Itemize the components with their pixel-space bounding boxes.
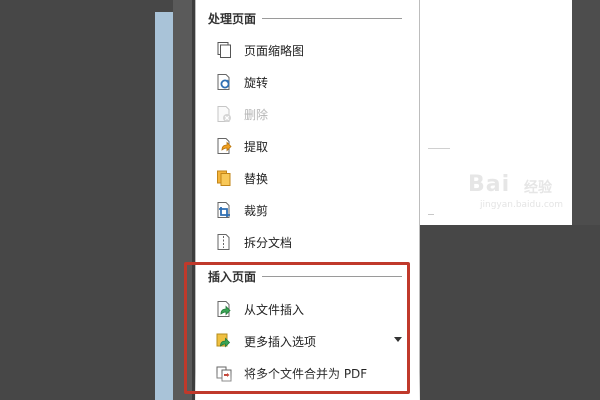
more-insert-options-label: 更多插入选项 — [244, 334, 317, 349]
extract-icon — [214, 136, 234, 156]
combine-files-button[interactable]: 将多个文件合并为 PDF — [214, 360, 410, 386]
more-insert-options-button[interactable]: 更多插入选项 — [214, 328, 410, 354]
rotate-button[interactable]: 旋转 — [214, 69, 410, 95]
split-document-button[interactable]: 拆分文档 — [214, 229, 410, 255]
section-rule — [262, 275, 403, 277]
extract-button[interactable]: 提取 — [214, 133, 410, 159]
page-thumbnails-icon — [214, 40, 234, 60]
combine-files-label: 将多个文件合并为 PDF — [244, 366, 368, 381]
insert-from-file-icon — [214, 299, 234, 319]
chevron-down-icon[interactable] — [394, 337, 402, 342]
more-insert-options-icon — [214, 331, 234, 351]
page-edge-strip-top — [155, 0, 173, 12]
delete-label: 删除 — [244, 107, 269, 122]
section-header-manipulate-pages: 处理页面 — [208, 8, 403, 28]
pages-panel: 处理页面 页面缩略图 旋转 删除 提取 替换 裁剪 拆分文档 插入页面 从文件插… — [195, 0, 420, 400]
replace-icon — [214, 168, 234, 188]
document-text-line — [428, 148, 450, 149]
delete-icon — [214, 104, 234, 124]
section-rule — [262, 17, 403, 19]
document-text-dot — [428, 214, 434, 215]
page-thumbnails-button[interactable]: 页面缩略图 — [214, 37, 410, 63]
document-page-edge — [572, 0, 600, 225]
crop-icon — [214, 200, 234, 220]
split-document-icon — [214, 232, 234, 252]
delete-button[interactable]: 删除 — [214, 101, 410, 127]
insert-from-file-label: 从文件插入 — [244, 302, 305, 317]
split-document-label: 拆分文档 — [244, 235, 293, 250]
panel-gutter — [173, 0, 195, 400]
extract-label: 提取 — [244, 139, 269, 154]
rotate-icon — [214, 72, 234, 92]
section-title-insert-pages: 插入页面 — [208, 269, 257, 284]
combine-files-icon — [214, 363, 234, 383]
crop-label: 裁剪 — [244, 203, 269, 218]
background-left — [0, 0, 155, 400]
rotate-label: 旋转 — [244, 75, 269, 90]
replace-button[interactable]: 替换 — [214, 165, 410, 191]
page-thumbnails-label: 页面缩略图 — [244, 43, 305, 58]
document-page[interactable] — [420, 0, 572, 225]
section-title-manipulate-pages: 处理页面 — [208, 11, 257, 26]
section-header-insert-pages: 插入页面 — [208, 266, 403, 286]
replace-label: 替换 — [244, 171, 269, 186]
insert-from-file-button[interactable]: 从文件插入 — [214, 296, 410, 322]
crop-button[interactable]: 裁剪 — [214, 197, 410, 223]
page-edge-strip — [155, 0, 173, 400]
